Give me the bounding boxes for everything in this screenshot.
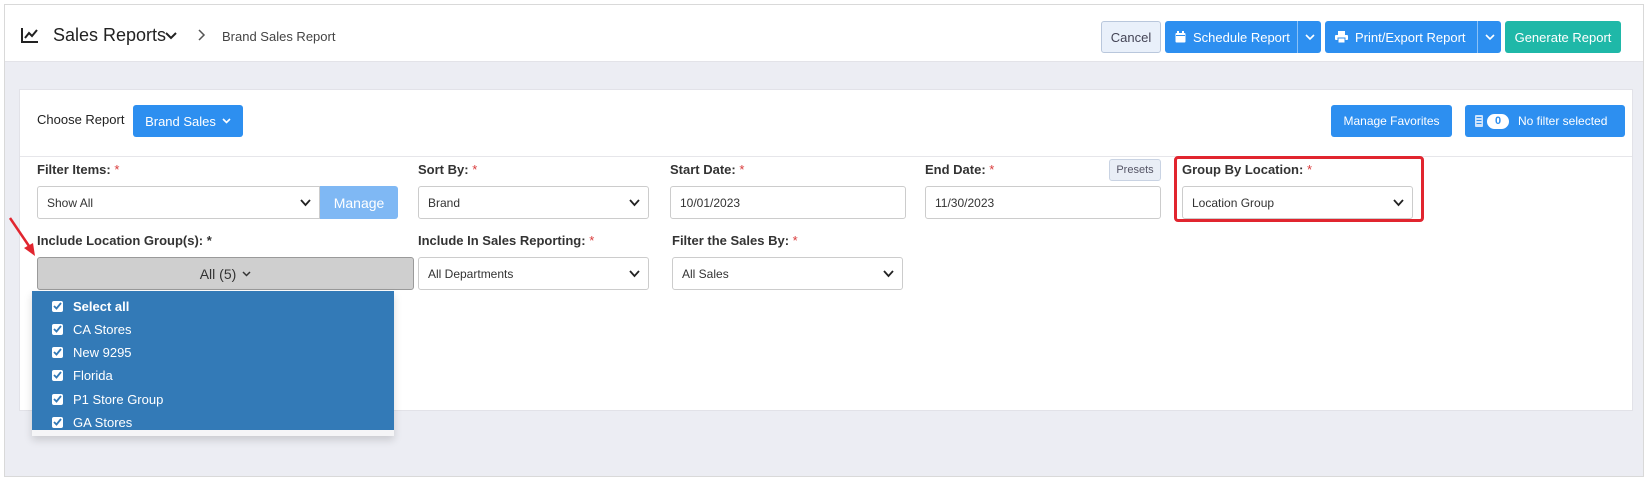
- end-date-input[interactable]: 11/30/2023: [925, 186, 1161, 219]
- start-date-input[interactable]: 10/01/2023: [670, 186, 906, 219]
- option-label: GA Stores: [73, 414, 133, 430]
- filter-sales-label-text: Filter the Sales By:: [672, 233, 790, 248]
- generate-report-button[interactable]: Generate Report: [1505, 21, 1621, 53]
- checkbox-icon[interactable]: [52, 416, 63, 428]
- chevron-down-icon: [1304, 33, 1315, 40]
- location-option[interactable]: New 9295: [52, 342, 132, 362]
- filter-items-label: Filter Items: *: [37, 162, 119, 177]
- filter-sales-value: All Sales: [682, 266, 729, 281]
- chevron-down-icon: [629, 199, 640, 207]
- chevron-right-icon: [198, 29, 206, 41]
- checkbox-icon[interactable]: [52, 346, 63, 358]
- schedule-label: Schedule Report: [1193, 29, 1290, 45]
- filter-items-select[interactable]: Show All: [37, 186, 320, 219]
- option-label: CA Stores: [73, 321, 132, 337]
- page-title[interactable]: Sales Reports: [53, 25, 166, 46]
- sort-by-label: Sort By: *: [418, 162, 477, 177]
- location-option-select-all[interactable]: Select all: [52, 296, 129, 316]
- include-sales-label-text: Include In Sales Reporting:: [418, 233, 586, 248]
- location-group-dropdown: Select all CA Stores New 9295 Florida P1…: [32, 291, 394, 436]
- manage-label: Manage: [333, 194, 385, 211]
- required-mark: *: [589, 233, 595, 248]
- start-date-label: Start Date: *: [670, 162, 744, 177]
- sort-by-select[interactable]: Brand: [418, 186, 649, 219]
- start-date-value: 10/01/2023: [680, 195, 741, 210]
- required-mark: *: [792, 233, 798, 248]
- option-label: Florida: [73, 367, 113, 383]
- location-option[interactable]: CA Stores: [52, 319, 132, 339]
- filter-items-label-text: Filter Items:: [37, 162, 111, 177]
- calendar-icon: [1175, 31, 1186, 43]
- cancel-label: Cancel: [1110, 29, 1152, 45]
- checkbox-icon[interactable]: [52, 323, 63, 335]
- print-dropdown-toggle[interactable]: [1477, 21, 1501, 53]
- report-selected-label: Brand Sales: [145, 113, 216, 129]
- checkbox-icon[interactable]: [52, 300, 63, 312]
- checkbox-icon[interactable]: [52, 369, 63, 381]
- chevron-down-icon[interactable]: [165, 31, 177, 41]
- include-sales-label: Include In Sales Reporting: *: [418, 233, 594, 248]
- location-option[interactable]: Florida: [52, 365, 113, 385]
- location-group-multiselect[interactable]: All (5): [37, 257, 414, 290]
- sort-by-value: Brand: [428, 195, 461, 210]
- filter-status-button[interactable]: 0 No filter selected: [1465, 105, 1625, 137]
- print-label: Print/Export Report: [1355, 29, 1466, 45]
- red-arrow-annotation: [8, 217, 35, 256]
- filter-status-text: No filter selected: [1518, 114, 1608, 128]
- filter-items-value: Show All: [47, 195, 94, 210]
- filter-sales-label: Filter the Sales By: *: [672, 233, 798, 248]
- report-select-button[interactable]: Brand Sales: [133, 105, 243, 137]
- line-chart-icon: [21, 28, 38, 43]
- end-date-label: End Date: *: [925, 162, 994, 177]
- location-option[interactable]: P1 Store Group: [52, 389, 163, 409]
- option-label: P1 Store Group: [73, 391, 164, 407]
- required-mark: *: [989, 162, 995, 177]
- cancel-button[interactable]: Cancel: [1101, 21, 1161, 53]
- printer-icon: [1335, 31, 1348, 43]
- chevron-down-icon: [883, 270, 894, 278]
- schedule-report-button[interactable]: Schedule Report: [1165, 21, 1321, 53]
- app-frame: Sales Reports Brand Sales Report Cancel …: [4, 4, 1644, 477]
- required-mark: *: [114, 162, 120, 177]
- sort-by-label-text: Sort By:: [418, 162, 469, 177]
- required-mark: *: [472, 162, 478, 177]
- include-sales-value: All Departments: [428, 266, 514, 281]
- location-option[interactable]: GA Stores: [52, 412, 132, 432]
- chevron-down-icon: [1484, 33, 1495, 40]
- location-group-value: All (5): [199, 265, 237, 282]
- required-mark: *: [739, 162, 745, 177]
- filter-sales-select[interactable]: All Sales: [672, 257, 903, 290]
- manage-favorites-button[interactable]: Manage Favorites: [1331, 105, 1452, 137]
- include-sales-select[interactable]: All Departments: [418, 257, 649, 290]
- presets-button[interactable]: Presets: [1109, 159, 1161, 181]
- chevron-down-icon: [300, 199, 311, 207]
- chevron-down-icon: [629, 270, 640, 278]
- highlight-box: [1174, 156, 1424, 222]
- end-date-label-text: End Date:: [925, 162, 986, 177]
- chevron-down-icon: [222, 118, 231, 124]
- include-location-label: Include Location Group(s): *: [37, 233, 212, 248]
- option-label: New 9295: [73, 344, 132, 360]
- start-date-label-text: Start Date:: [670, 162, 736, 177]
- header-bar: Sales Reports Brand Sales Report Cancel …: [5, 5, 1643, 62]
- filter-count-badge: 0: [1487, 113, 1509, 129]
- filter-icon: [1475, 115, 1483, 127]
- breadcrumb: Brand Sales Report: [222, 29, 336, 44]
- favorites-label: Manage Favorites: [1343, 114, 1440, 128]
- option-label: Select all: [73, 298, 130, 314]
- choose-report-label: Choose Report: [37, 112, 125, 127]
- schedule-dropdown-toggle[interactable]: [1297, 21, 1321, 53]
- manage-button[interactable]: Manage: [320, 186, 398, 219]
- generate-label: Generate Report: [1514, 29, 1612, 45]
- include-location-label-text: Include Location Group(s): *: [37, 233, 212, 248]
- checkbox-icon[interactable]: [52, 393, 63, 405]
- end-date-value: 11/30/2023: [935, 195, 995, 210]
- chevron-down-icon: [242, 270, 251, 277]
- print-export-button[interactable]: Print/Export Report: [1325, 21, 1501, 53]
